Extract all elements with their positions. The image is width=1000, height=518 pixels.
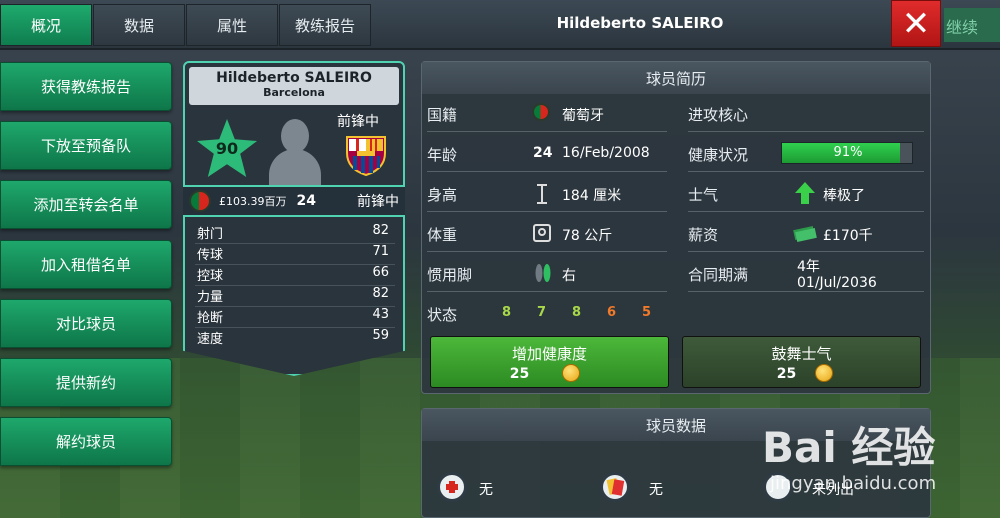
profile-panel-title: 球员简历 [422, 62, 930, 94]
status-value: 5 [642, 305, 652, 320]
card-header: Hildeberto SALEIRO Barcelona [189, 67, 399, 105]
height-value: 184 厘米 [562, 188, 622, 204]
portugal-flag-icon [189, 190, 211, 212]
health-bar: 91% [781, 142, 913, 164]
tab-coach-report[interactable]: 教练报告 [279, 4, 371, 46]
increase-health-cost: 25 [509, 366, 530, 382]
stat-row: 力量 82 [195, 286, 395, 307]
top-bar: 概况 数据 属性 教练报告 Hildeberto SALEIRO ✕ 继续 [0, 0, 1000, 50]
status-value: 8 [502, 305, 512, 320]
weight-value: 78 公斤 [562, 228, 613, 244]
coin-icon [562, 364, 580, 382]
card-position-bottom: 前锋中 [357, 194, 399, 210]
boost-morale-button[interactable]: 鼓舞士气 25 [682, 336, 921, 388]
card-age: 24 [296, 193, 316, 209]
tab-overview[interactable]: 概况 [0, 4, 92, 46]
injury-value: 无 [479, 482, 493, 498]
stat-row: 抢断 43 [195, 307, 395, 328]
status-value: 6 [607, 305, 617, 320]
money-icon [793, 226, 817, 242]
injury-icon [437, 472, 467, 502]
contract-years: 4年 [797, 259, 820, 275]
increase-health-button[interactable]: 增加健康度 25 [430, 336, 669, 388]
age-value: 24 [533, 145, 553, 161]
contract-label: 合同期满 [688, 266, 749, 284]
club-crest-icon [346, 136, 386, 177]
health-label: 健康状况 [688, 146, 749, 164]
baidu-watermark-url: jingyan.baidu.com [770, 473, 937, 494]
add-loan-list-button[interactable]: 加入租借名单 [0, 240, 172, 289]
page-title: Hildeberto SALEIRO [556, 14, 724, 32]
role-label: 进攻核心 [688, 106, 749, 124]
boost-morale-label: 鼓舞士气 [771, 345, 832, 363]
weight-icon [533, 224, 551, 242]
height-icon [537, 184, 547, 204]
release-player-button[interactable]: 解约球员 [0, 417, 172, 466]
get-coach-report-button[interactable]: 获得教练报告 [0, 62, 172, 111]
card-info-bar: £103.39百万 24 前锋中 [183, 185, 405, 217]
close-icon: ✕ [901, 3, 931, 44]
stat-row: 射门 82 [195, 223, 395, 244]
stat-row: 传球 71 [195, 244, 395, 265]
dob-value: 16/Feb/2008 [562, 145, 650, 161]
close-button[interactable]: ✕ [891, 0, 941, 47]
add-transfer-list-button[interactable]: 添加至转会名单 [0, 180, 172, 229]
wage-label: 薪资 [688, 226, 719, 244]
demote-reserves-button[interactable]: 下放至预备队 [0, 121, 172, 170]
boost-morale-cost: 25 [776, 366, 797, 382]
stat-row: 速度 59 [197, 328, 389, 347]
feet-icon [535, 264, 551, 282]
offer-contract-button[interactable]: 提供新约 [0, 358, 172, 407]
status-value: 7 [537, 305, 547, 320]
height-label: 身高 [427, 186, 458, 204]
foot-value: 右 [562, 268, 576, 284]
card-club: Barcelona [263, 86, 325, 99]
status-value: 8 [572, 305, 582, 320]
card-position: 前锋中 [337, 114, 379, 130]
player-silhouette-icon [269, 115, 321, 185]
nationality-value: 葡萄牙 [562, 108, 604, 124]
coin-icon [815, 364, 833, 382]
continue-button[interactable]: 继续 [944, 8, 1000, 42]
contract-date: 01/Jul/2036 [797, 275, 877, 291]
morale-label: 士气 [688, 186, 719, 204]
player-card: Hildeberto SALEIRO Barcelona 90 前锋中 £103… [183, 61, 405, 376]
nationality-label: 国籍 [427, 106, 458, 124]
tab-data[interactable]: 数据 [93, 4, 185, 46]
arrow-up-icon [795, 182, 815, 204]
card-value: £103.39百万 [219, 195, 287, 208]
tab-attributes[interactable]: 属性 [186, 4, 278, 46]
card-icon [600, 472, 630, 502]
baidu-watermark-logo: Bai 经验 [762, 423, 936, 472]
stat-row: 控球 66 [195, 265, 395, 286]
card-rating: 90 [215, 139, 239, 158]
portugal-flag-icon [532, 103, 550, 121]
card-value: 无 [649, 482, 663, 498]
status-label: 状态 [427, 306, 458, 324]
wage-value: £170千 [823, 228, 873, 244]
morale-value: 棒极了 [823, 188, 865, 204]
age-label: 年龄 [427, 146, 458, 164]
card-player-name: Hildeberto SALEIRO [216, 70, 372, 86]
foot-label: 惯用脚 [427, 266, 473, 284]
compare-player-button[interactable]: 对比球员 [0, 299, 172, 348]
weight-label: 体重 [427, 226, 458, 244]
increase-health-label: 增加健康度 [511, 345, 587, 363]
health-value: 91% [833, 145, 863, 160]
